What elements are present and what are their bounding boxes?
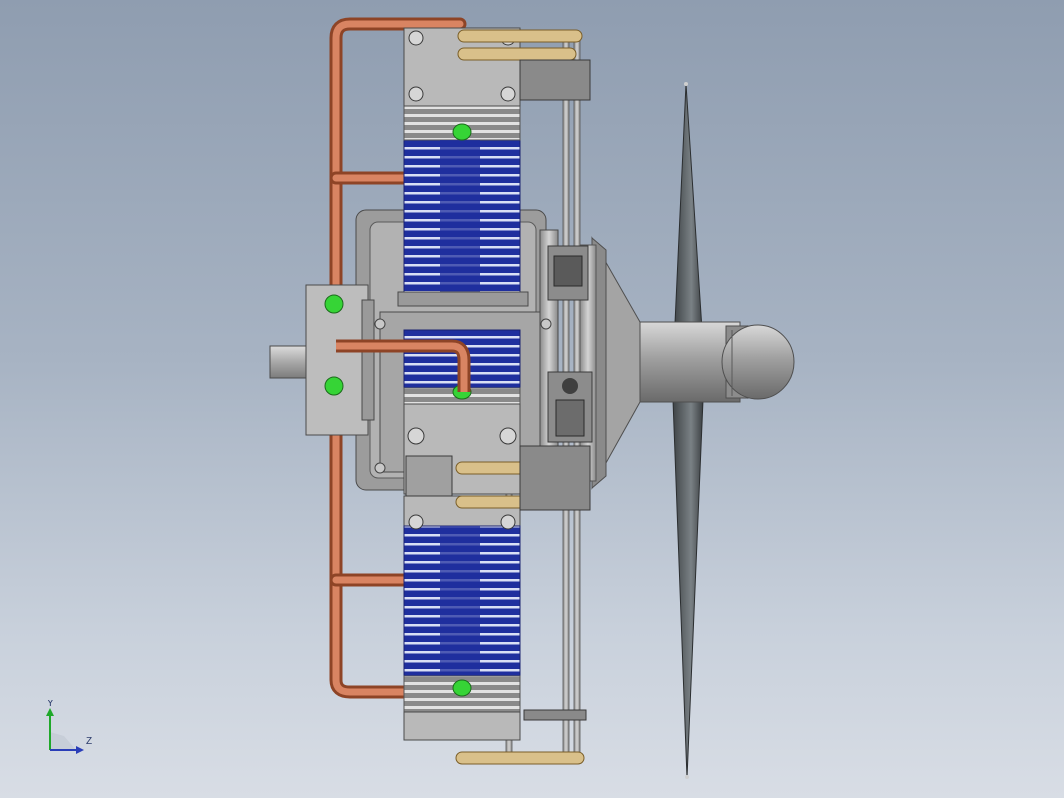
y-arrow-head	[46, 708, 54, 716]
propeller-upper-blade	[673, 83, 704, 346]
propeller-lower-blade	[672, 399, 704, 779]
propeller[interactable]	[672, 82, 704, 779]
intake-housing[interactable]	[269, 284, 375, 436]
cad-viewport[interactable]: Y Z	[0, 0, 1064, 798]
z-axis-label: Z	[86, 736, 92, 747]
axis-triad: Y Z	[46, 700, 92, 754]
lower-cylinder[interactable]	[403, 495, 521, 741]
z-arrow-head	[76, 746, 84, 754]
y-axis-label: Y	[47, 700, 54, 709]
radial-engine-model[interactable]	[0, 0, 1064, 798]
propeller-hub[interactable]	[639, 321, 795, 403]
upper-cylinder[interactable]	[397, 27, 529, 307]
